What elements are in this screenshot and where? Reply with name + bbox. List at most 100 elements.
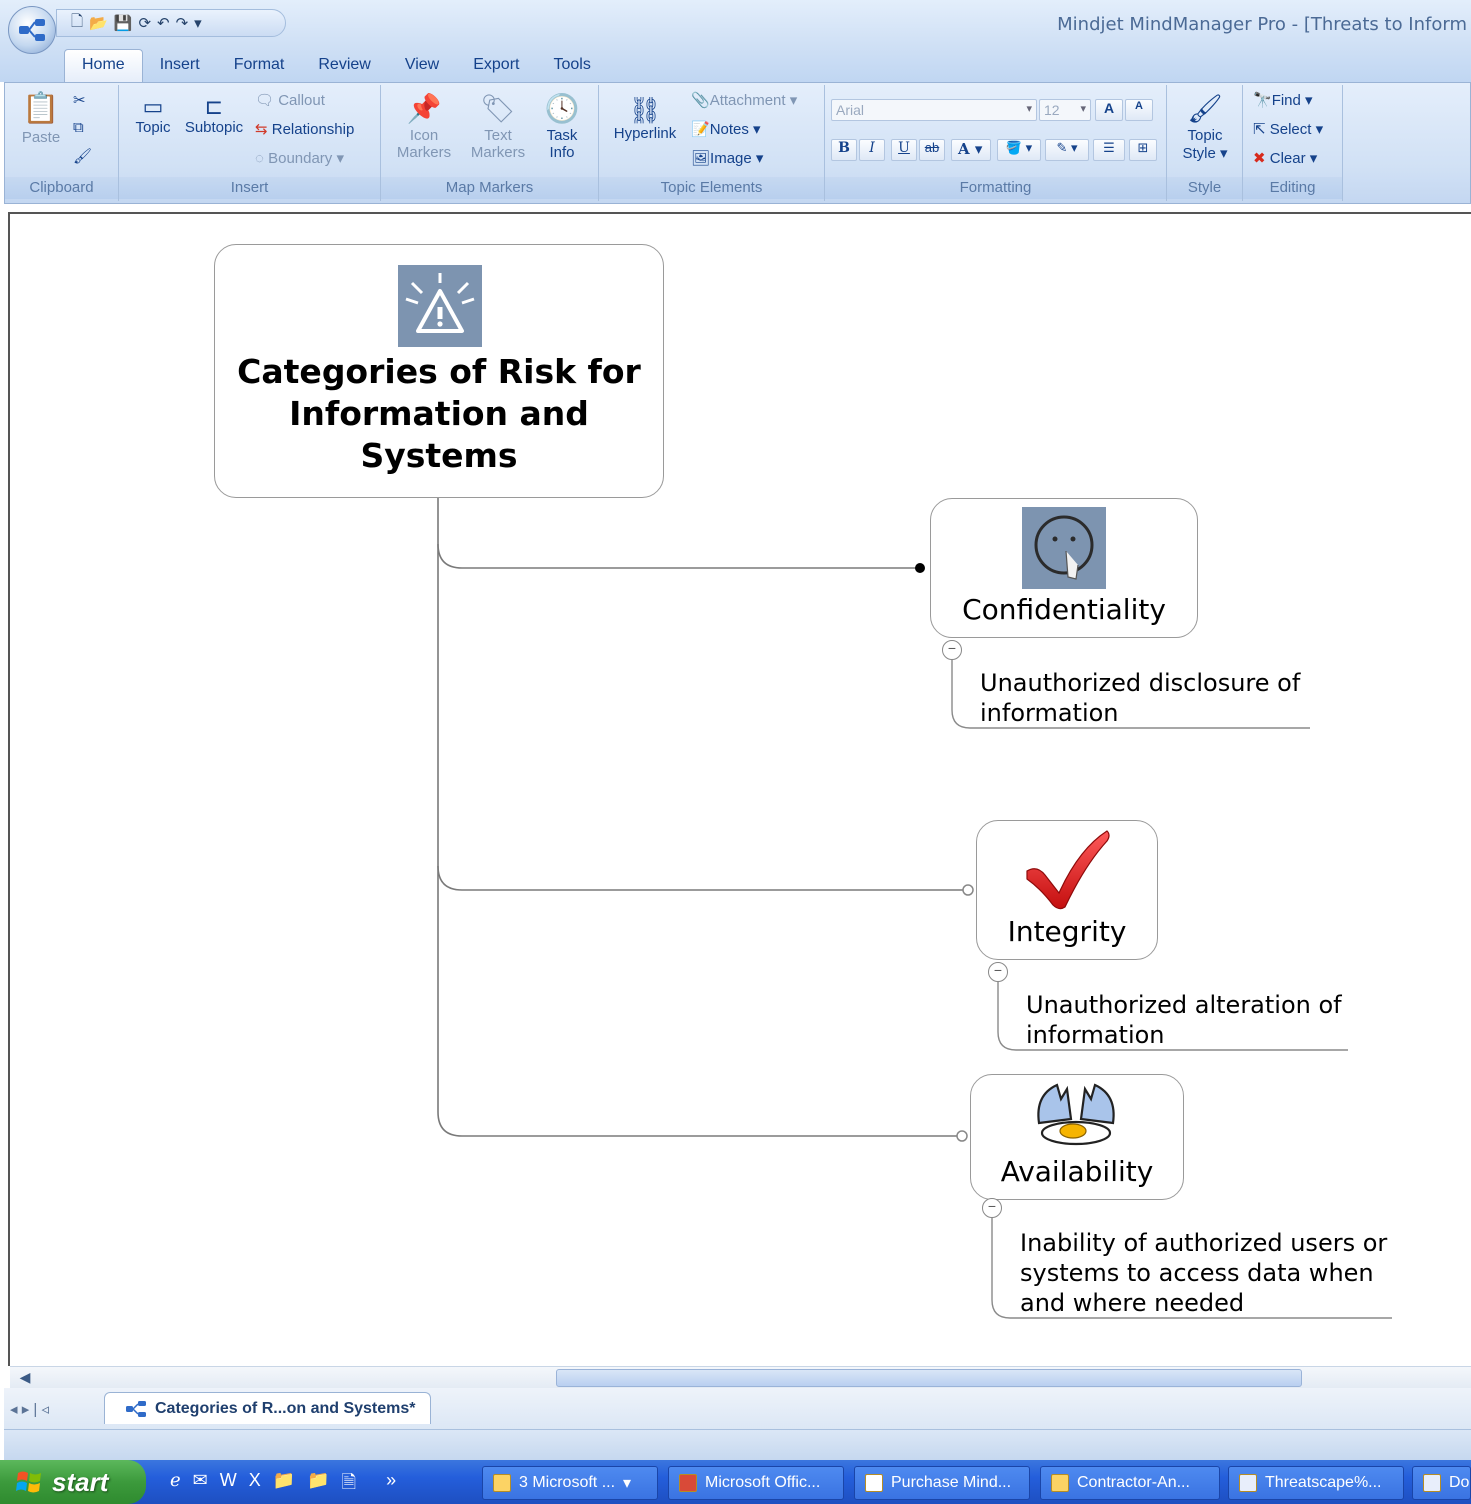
task-info-button[interactable]: 🕓 Task Info [537, 91, 587, 161]
sync-icon[interactable]: ⟳ [138, 14, 151, 32]
document-tab[interactable]: Categories of R...on and Systems* [104, 1392, 431, 1424]
tab-home[interactable]: Home [64, 49, 143, 82]
internet-explorer-icon[interactable]: ℯ [170, 1470, 181, 1500]
text-markers-button[interactable]: 🏷 Text Markers [463, 91, 533, 161]
undo-icon[interactable]: ↶ [157, 14, 170, 32]
excel-icon[interactable]: X [249, 1470, 261, 1500]
tab-insert[interactable]: Insert [143, 50, 217, 82]
title-bar: 🗋 📂 💾 ⟳ ↶ ↷ ▾ Mindjet MindManager Pro - … [0, 0, 1471, 54]
format-options-icon[interactable]: ⊞ [1129, 139, 1157, 161]
subtopic-label: Availability [1000, 1155, 1154, 1188]
note-integrity: Unauthorized alteration of information [1026, 991, 1342, 1049]
group-style: 🖌 Topic Style ▾ Style [1167, 85, 1243, 201]
previous-tab-arrow-icon[interactable]: ◂ [10, 1401, 18, 1418]
tab-navigation: ◂ ▸ | ◃ [10, 1400, 49, 1418]
task-button[interactable]: Threatscape%... [1228, 1466, 1404, 1500]
tab-review[interactable]: Review [301, 50, 387, 82]
redo-icon[interactable]: ↷ [176, 14, 189, 32]
task-button[interactable]: 3 Microsoft ... ▾ [482, 1466, 658, 1500]
scroll-left-arrow-icon[interactable]: ◀ [14, 1369, 36, 1387]
copy-icon[interactable]: ⧉ [73, 119, 84, 136]
group-formatting: Arial ▾ 12 ▾ A A B I U ab A ▾ 🪣 ▾ ✎ ▾ ☰ … [825, 85, 1167, 201]
open-icon[interactable]: 📂 [89, 14, 108, 32]
boundary-button[interactable]: ◌ Boundary ▾ [255, 149, 344, 167]
connector-endpoint [956, 1130, 968, 1142]
icon-markers-button[interactable]: 📌 Icon Markers [389, 91, 459, 161]
align-icon[interactable]: ☰ [1093, 139, 1125, 161]
attachment-button[interactable]: 📎Attachment ▾ [691, 91, 797, 109]
broken-egg-icon [1031, 1079, 1121, 1149]
task-button[interactable]: Microsoft Offic... [668, 1466, 844, 1500]
folder-icon[interactable]: 📁 [273, 1470, 295, 1500]
font-name-field[interactable]: Arial ▾ [831, 99, 1037, 121]
topic-style-button[interactable]: 🖌 Topic Style ▾ [1173, 91, 1237, 162]
subtopic-confidentiality[interactable]: Confidentiality [930, 498, 1198, 638]
text-marker-icon: 🏷 [480, 93, 516, 124]
subtopic-button[interactable]: ⊏ Subtopic [179, 95, 249, 137]
collapse-toggle[interactable]: − [942, 640, 962, 660]
dropdown-arrow-icon: ▾ [1080, 103, 1086, 115]
notes-button[interactable]: 📝Notes ▾ [691, 120, 761, 138]
relationship-button[interactable]: ⇆ Relationship [255, 120, 354, 138]
dropdown-arrow-icon: ▾ [1026, 103, 1032, 115]
hyperlink-button[interactable]: ⛓ Hyperlink [607, 95, 683, 142]
task-button[interactable]: Contractor-An... [1040, 1466, 1220, 1500]
first-tab-arrow-icon[interactable]: ◃ [41, 1401, 49, 1418]
topic-button[interactable]: ▭ Topic [127, 95, 179, 137]
cut-icon[interactable]: ✂ [73, 91, 86, 109]
next-tab-arrow-icon[interactable]: ▸ [22, 1401, 30, 1418]
font-color-button[interactable]: A ▾ [951, 139, 991, 161]
customize-qat-icon[interactable]: ▾ [194, 14, 202, 32]
clock-check-icon: 🕓 [544, 93, 580, 124]
tab-tools[interactable]: Tools [536, 50, 607, 82]
window-title: Mindjet MindManager Pro - [Threats to In… [1057, 14, 1467, 35]
central-topic[interactable]: Categories of Risk for Information and S… [214, 244, 664, 498]
select-button[interactable]: ⇱ Select ▾ [1253, 120, 1323, 138]
word-icon[interactable]: W [220, 1470, 237, 1500]
fill-color-icon[interactable]: 🪣 ▾ [997, 139, 1041, 161]
horizontal-scrollbar[interactable]: ◀ [10, 1366, 1471, 1388]
line-color-icon[interactable]: ✎ ▾ [1045, 139, 1089, 161]
new-icon[interactable]: 🗋 [71, 11, 83, 36]
shrink-font-icon[interactable]: A [1125, 99, 1153, 121]
application-menu-button[interactable] [8, 6, 56, 54]
quick-access-toolbar: 🗋 📂 💾 ⟳ ↶ ↷ ▾ [56, 9, 286, 37]
grow-font-icon[interactable]: A [1095, 99, 1123, 121]
collapse-toggle[interactable]: − [982, 1198, 1002, 1218]
format-painter-icon[interactable]: 🖌 [73, 147, 92, 165]
map-canvas[interactable]: Categories of Risk for Information and S… [8, 212, 1471, 1366]
strikethrough-icon[interactable]: ab [919, 139, 945, 161]
cursor-icon: ⇱ [1253, 121, 1266, 138]
font-size-field[interactable]: 12 ▾ [1039, 99, 1091, 121]
subtopic-integrity[interactable]: Integrity [976, 820, 1158, 960]
group-map-markers: 📌 Icon Markers 🏷 Text Markers 🕓 Task Inf… [381, 85, 599, 201]
group-label-topic-elements: Topic Elements [599, 177, 824, 199]
start-button[interactable]: start [0, 1460, 146, 1504]
image-icon: 🖼 [691, 150, 711, 167]
outlook-icon[interactable]: ✉ [193, 1470, 208, 1500]
subtopic-availability[interactable]: Availability [970, 1074, 1184, 1200]
tab-separator: | [33, 1401, 38, 1418]
show-more-icon[interactable]: » [386, 1470, 396, 1500]
task-button[interactable]: Purchase Mind... [854, 1466, 1030, 1500]
image-button[interactable]: 🖼Image ▾ [691, 149, 763, 167]
bold-button[interactable]: B [831, 139, 857, 161]
clear-button[interactable]: ✖ Clear ▾ [1253, 149, 1317, 167]
tab-view[interactable]: View [388, 50, 456, 82]
callout-button[interactable]: 🗨 Callout [255, 91, 325, 109]
scrollbar-thumb[interactable] [556, 1369, 1302, 1387]
save-icon[interactable]: 💾 [114, 14, 133, 32]
tab-format[interactable]: Format [217, 50, 302, 82]
collapse-toggle[interactable]: − [988, 962, 1008, 982]
find-button[interactable]: 🔭Find ▾ [1253, 91, 1313, 109]
quick-launch: ℯ ✉ W X 📁 📁 🗎 » [170, 1470, 396, 1500]
paste-button[interactable]: 📋 Paste [13, 89, 69, 146]
document-icon[interactable]: 🗎 [342, 1470, 356, 1500]
group-label-editing: Editing [1243, 177, 1342, 199]
task-button[interactable]: Do [1412, 1466, 1471, 1500]
folder-icon[interactable]: 📁 [307, 1470, 329, 1500]
tab-export[interactable]: Export [456, 50, 536, 82]
group-label-map-markers: Map Markers [381, 177, 598, 199]
underline-button[interactable]: U [891, 139, 917, 161]
italic-button[interactable]: I [859, 139, 885, 161]
